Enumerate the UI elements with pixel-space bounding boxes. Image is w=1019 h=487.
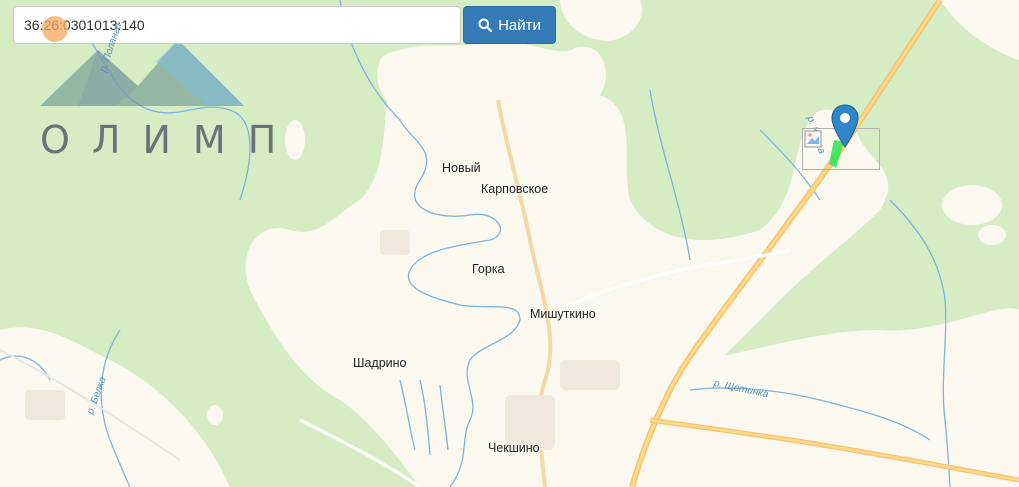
place-label-gorka: Горка	[472, 262, 505, 276]
place-label-novy: Новый	[442, 161, 481, 175]
clearing-2	[942, 185, 1002, 225]
logo-text: ОЛИМП	[40, 118, 299, 162]
search-button[interactable]: Найти	[463, 6, 556, 44]
cursor-indicator	[42, 16, 68, 42]
search-icon	[478, 18, 493, 32]
place-label-chekshino: Чекшино	[488, 441, 540, 455]
location-pin-icon[interactable]	[831, 104, 859, 148]
search-button-label: Найти	[498, 16, 541, 34]
clearing-3	[978, 225, 1006, 245]
cadastral-search-input[interactable]	[13, 6, 461, 44]
broken-image-icon	[804, 130, 822, 148]
place-label-karpovskoe: Карповское	[481, 182, 549, 196]
place-label-mishutkino: Мишуткино	[530, 307, 596, 321]
place-label-shadrino: Шадрино	[353, 356, 407, 370]
clearing-4	[207, 405, 223, 425]
